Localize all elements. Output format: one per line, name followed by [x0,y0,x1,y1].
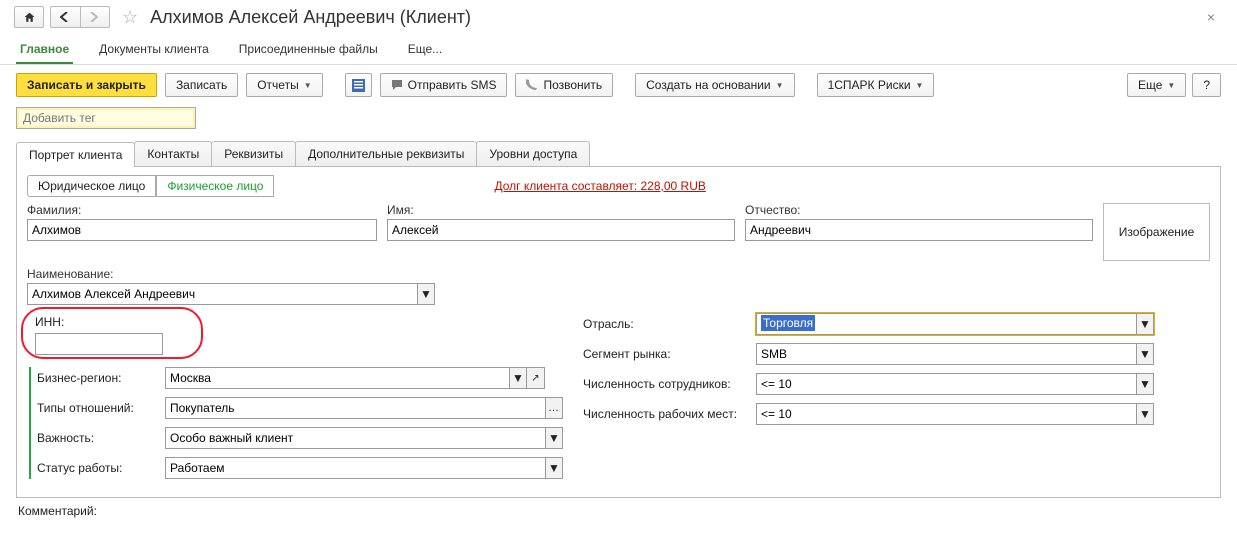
staff-dropdown-button[interactable]: ▼ [1136,373,1154,395]
business-region-label: Бизнес-регион: [37,371,157,385]
reports-button[interactable]: Отчеты ▼ [246,73,322,97]
inner-tab-requisites[interactable]: Реквизиты [211,141,296,166]
tab-more[interactable]: Еще... [404,36,446,64]
home-button[interactable] [14,6,44,28]
arrow-left-icon [60,12,72,22]
first-name-input[interactable] [387,219,735,241]
caret-down-icon: ▼ [548,461,560,475]
caret-down-icon: ▼ [548,431,560,445]
more-label: Еще [1138,78,1162,92]
caret-down-icon: ▼ [304,81,312,90]
save-button[interactable]: Записать [165,73,238,97]
segment-label: Сегмент рынка: [583,347,748,361]
toggle-legal-entity[interactable]: Юридическое лицо [27,175,156,197]
inner-tab-portrait[interactable]: Портрет клиента [16,142,135,167]
page-title: Алхимов Алексей Андреевич (Клиент) [150,7,471,28]
segment-dropdown-button[interactable]: ▼ [1136,343,1154,365]
naming-input[interactable] [27,283,417,305]
industry-label: Отрасль: [583,317,748,331]
inn-input[interactable] [35,333,163,355]
importance-input[interactable] [165,427,545,449]
image-placeholder[interactable]: Изображение [1103,203,1210,261]
workplaces-dropdown-button[interactable]: ▼ [1136,403,1154,425]
staff-count-label: Численность сотрудников: [583,377,748,391]
caret-down-icon: ▼ [1139,407,1151,421]
list-icon [352,79,365,92]
toggle-individual[interactable]: Физическое лицо [156,175,274,197]
tab-attached-files[interactable]: Присоединенные файлы [235,36,382,64]
help-button[interactable]: ? [1192,73,1221,97]
naming-label: Наименование: [27,267,1210,281]
comment-label: Комментарий: [18,504,1237,518]
send-sms-label: Отправить SMS [408,78,497,92]
caret-down-icon: ▼ [512,371,524,385]
region-dropdown-button[interactable]: ▼ [509,367,527,389]
caret-down-icon: ▼ [1139,317,1151,331]
inn-label: ИНН: [35,315,561,329]
tab-client-docs[interactable]: Документы клиента [95,36,213,64]
call-label: Позвонить [543,78,602,92]
tab-main[interactable]: Главное [16,36,73,64]
first-name-label: Имя: [387,203,735,217]
caret-down-icon: ▼ [1139,377,1151,391]
favorite-star-icon[interactable]: ☆ [122,7,138,28]
inner-tab-contacts[interactable]: Контакты [134,141,212,166]
business-region-input[interactable] [165,367,509,389]
segment-input[interactable] [756,343,1136,365]
relation-type-label: Типы отношений: [37,401,157,415]
region-open-button[interactable]: ↗ [527,367,545,389]
create-based-on-button[interactable]: Создать на основании ▼ [635,73,794,97]
create-based-label: Создать на основании [646,78,771,92]
caret-down-icon: ▼ [1139,347,1151,361]
middle-name-input[interactable] [745,219,1093,241]
reports-label: Отчеты [257,78,298,92]
work-status-label: Статус работы: [37,461,157,475]
sms-icon [391,79,403,91]
industry-value-selected: Торговля [761,315,815,331]
middle-name-label: Отчество: [745,203,1093,217]
status-dropdown-button[interactable]: ▼ [545,457,563,479]
caret-down-icon: ▼ [420,287,432,301]
workplaces-count-input[interactable] [756,403,1136,425]
client-debt-link[interactable]: Долг клиента составляет: 228,00 RUB [494,179,705,193]
close-button[interactable]: × [1199,9,1223,25]
inner-tab-extra[interactable]: Дополнительные реквизиты [295,141,477,166]
importance-label: Важность: [37,431,157,445]
caret-down-icon: ▼ [1167,81,1175,90]
dots-icon: … [548,402,560,414]
open-icon: ↗ [531,373,539,384]
phone-icon [526,79,538,91]
back-button[interactable] [50,6,80,28]
inner-tab-access[interactable]: Уровни доступа [476,141,590,166]
forward-button[interactable] [80,6,110,28]
workplaces-count-label: Численность рабочих мест: [583,407,748,421]
arrow-right-icon [89,12,101,22]
naming-dropdown-button[interactable]: ▼ [417,283,435,305]
relation-pick-button[interactable]: … [545,397,563,419]
relation-type-input[interactable] [165,397,545,419]
last-name-label: Фамилия: [27,203,377,217]
more-button[interactable]: Еще ▼ [1127,73,1186,97]
home-icon [23,11,36,24]
spark-risks-button[interactable]: 1СПАРК Риски ▼ [817,73,935,97]
spark-label: 1СПАРК Риски [828,78,911,92]
work-status-input[interactable] [165,457,545,479]
send-sms-button[interactable]: Отправить SMS [380,73,508,97]
call-button[interactable]: Позвонить [515,73,613,97]
importance-dropdown-button[interactable]: ▼ [545,427,563,449]
industry-input[interactable]: Торговля [756,313,1136,335]
industry-dropdown-button[interactable]: ▼ [1136,313,1154,335]
save-and-close-button[interactable]: Записать и закрыть [16,73,157,97]
caret-down-icon: ▼ [916,81,924,90]
last-name-input[interactable] [27,219,377,241]
staff-count-input[interactable] [756,373,1136,395]
caret-down-icon: ▼ [776,81,784,90]
add-tag-input[interactable] [16,107,196,129]
list-view-button[interactable] [345,73,372,97]
